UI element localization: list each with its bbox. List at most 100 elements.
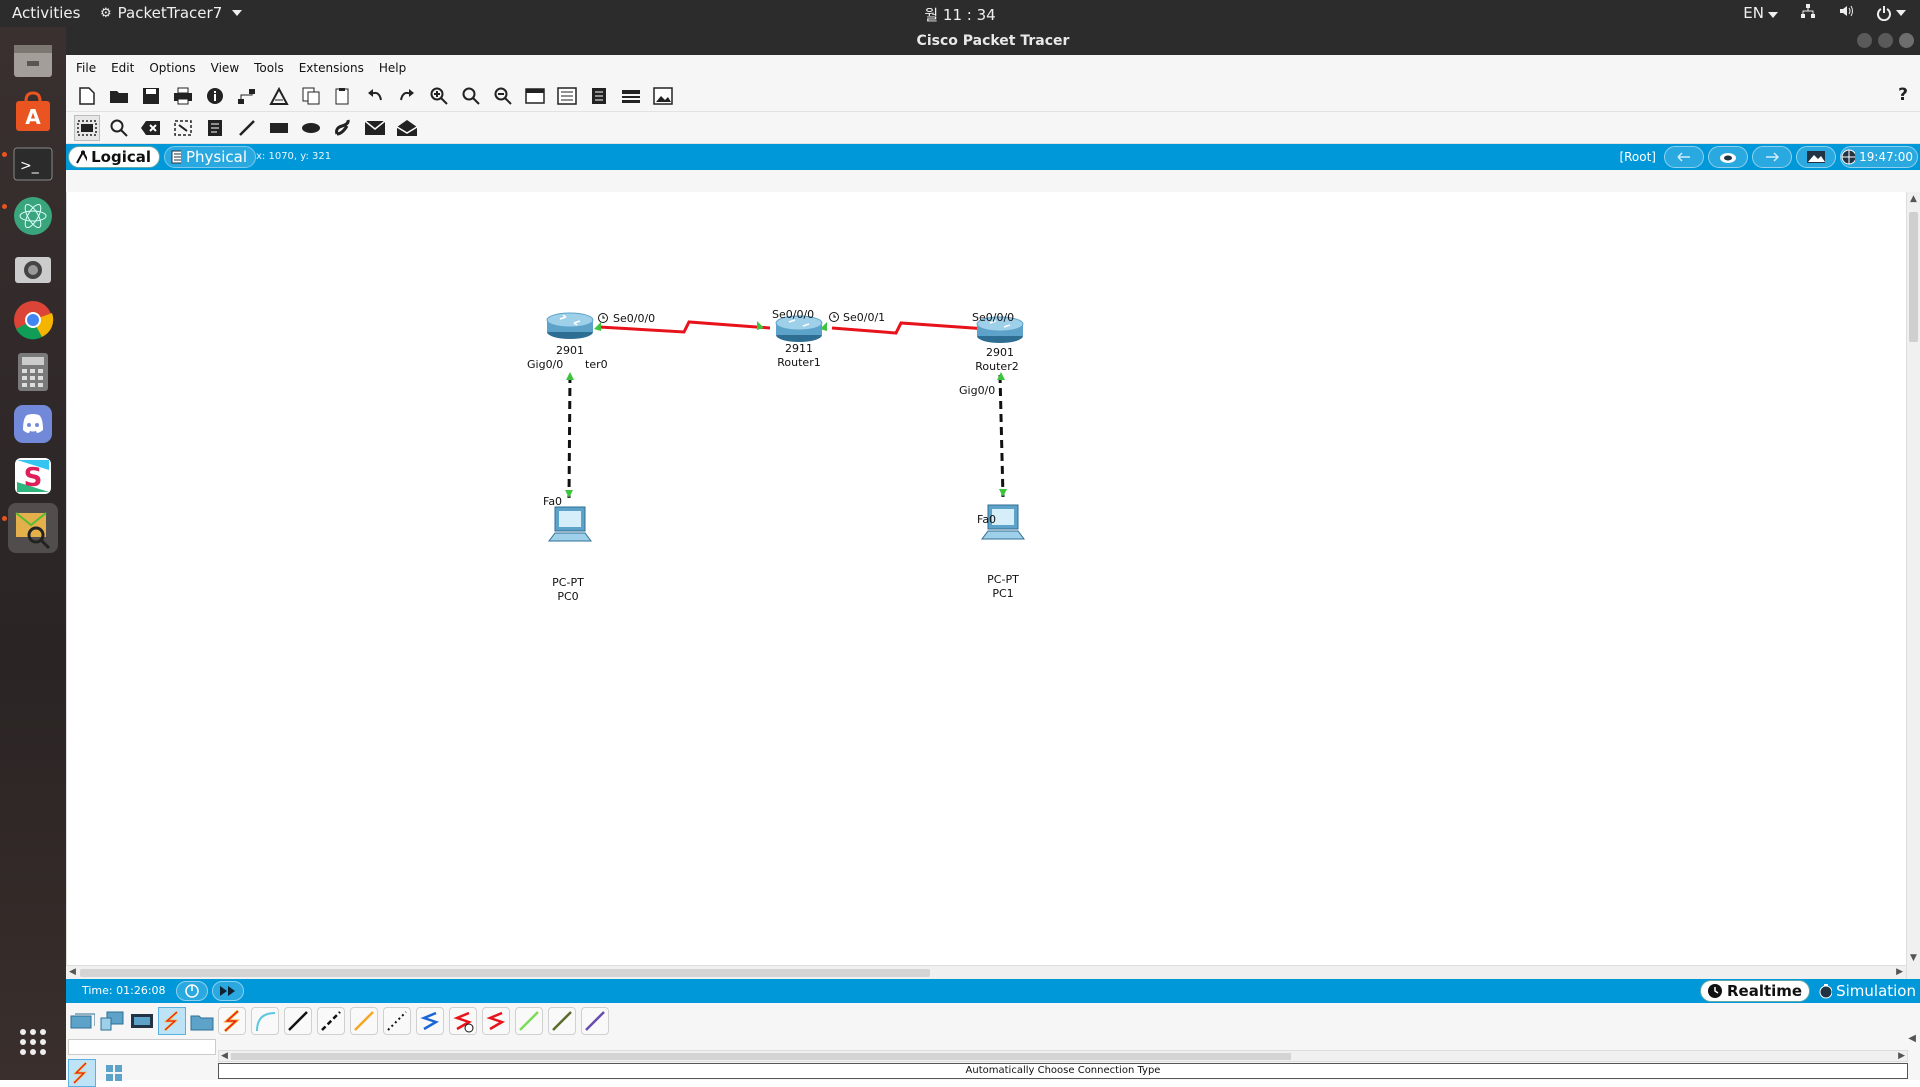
viewport-icon[interactable]	[586, 83, 612, 109]
drawing-palette-icon[interactable]	[522, 83, 548, 109]
zoom-reset-icon[interactable]	[458, 83, 484, 109]
device-search-box[interactable]	[68, 1039, 216, 1055]
menu-view[interactable]: View	[211, 61, 239, 75]
atom-icon[interactable]	[8, 191, 58, 241]
menu-edit[interactable]: Edit	[111, 61, 134, 75]
tab-logical[interactable]: Logical	[68, 146, 160, 168]
copy-icon[interactable]	[298, 83, 324, 109]
network-info-icon[interactable]	[234, 83, 260, 109]
packet-tracer-icon[interactable]	[8, 503, 58, 553]
new-cluster-button[interactable]	[1708, 146, 1748, 168]
coaxial-icon[interactable]	[416, 1007, 444, 1035]
menu-tools[interactable]: Tools	[254, 61, 284, 75]
maximize-button[interactable]	[1878, 33, 1893, 48]
discord-icon[interactable]	[8, 399, 58, 449]
ethernet-link-r2-pc1[interactable]	[998, 374, 1005, 498]
connections-scrollbar[interactable]: ◀ ▶	[218, 1050, 1908, 1062]
power-menu[interactable]	[1876, 5, 1906, 21]
custom-devices-icon[interactable]	[554, 83, 580, 109]
set-background-button[interactable]	[1796, 146, 1836, 168]
structured-cabling-subcategory-icon[interactable]	[100, 1059, 128, 1087]
realtime-mode-tab[interactable]: Realtime	[1700, 980, 1810, 1002]
menu-help[interactable]: Help	[379, 61, 406, 75]
info-icon[interactable]	[202, 83, 228, 109]
chrome-icon[interactable]	[8, 295, 58, 345]
simulation-mode-tab[interactable]: Simulation	[1812, 980, 1916, 1002]
camera-icon[interactable]	[8, 243, 58, 293]
workspace-horizontal-scrollbar[interactable]: ◀ ▶	[66, 965, 1906, 979]
calculator-icon[interactable]	[8, 347, 58, 397]
serial-dte-icon[interactable]	[482, 1007, 510, 1035]
octal-cable-icon[interactable]	[515, 1007, 543, 1035]
paste-icon[interactable]	[330, 83, 356, 109]
clock[interactable]: 월 11 : 34	[0, 4, 1920, 25]
delete-icon[interactable]	[138, 115, 164, 141]
slack-icon[interactable]: S	[8, 451, 58, 501]
copper-straight-through-icon[interactable]	[284, 1007, 312, 1035]
title-bar[interactable]: Cisco Packet Tracer	[66, 27, 1920, 55]
auto-connection-icon[interactable]	[218, 1007, 246, 1035]
tab-physical[interactable]: Physical	[164, 146, 256, 168]
language-indicator[interactable]: EN	[1743, 4, 1778, 22]
router0-icon[interactable]	[546, 312, 594, 339]
menu-options[interactable]: Options	[149, 61, 195, 75]
close-button[interactable]	[1899, 33, 1914, 48]
iot-custom-cable-icon[interactable]	[548, 1007, 576, 1035]
zoom-in-icon[interactable]	[426, 83, 452, 109]
scrollbar-thumb[interactable]	[231, 1053, 1291, 1060]
zoom-out-icon[interactable]	[490, 83, 516, 109]
app-grid-icon[interactable]	[8, 1017, 58, 1067]
volume-icon[interactable]	[1838, 3, 1854, 23]
inspect-icon[interactable]	[106, 115, 132, 141]
undo-icon[interactable]	[362, 83, 388, 109]
serial-dce-icon[interactable]	[449, 1007, 477, 1035]
power-cycle-button[interactable]	[176, 981, 208, 1001]
draw-ellipse-icon[interactable]	[298, 115, 324, 141]
system-tray[interactable]: EN	[1743, 3, 1906, 23]
add-complex-pdu-icon[interactable]	[394, 115, 420, 141]
redo-icon[interactable]	[394, 83, 420, 109]
scrollbar-thumb[interactable]	[1909, 212, 1918, 342]
scroll-left-icon[interactable]: ◀	[221, 1051, 228, 1061]
network-info-panel-icon[interactable]	[618, 83, 644, 109]
move-object-button[interactable]	[1752, 146, 1792, 168]
miscellaneous-category-icon[interactable]	[188, 1007, 216, 1035]
scroll-left-icon[interactable]: ◀	[69, 967, 76, 977]
end-devices-category-icon[interactable]	[98, 1007, 126, 1035]
scrollbar-thumb[interactable]	[80, 969, 930, 977]
scroll-down-icon[interactable]: ▼	[1910, 953, 1917, 963]
components-category-icon[interactable]	[128, 1007, 156, 1035]
workspace-vertical-scrollbar[interactable]: ▲ ▼	[1906, 192, 1920, 979]
network-icon[interactable]	[1800, 3, 1816, 23]
minimize-button[interactable]	[1857, 33, 1872, 48]
activity-wizard-icon[interactable]	[266, 83, 292, 109]
copper-cross-over-icon[interactable]	[317, 1007, 345, 1035]
draw-line-icon[interactable]	[234, 115, 260, 141]
connections-subcategory-icon[interactable]	[68, 1059, 96, 1087]
terminal-icon[interactable]: >_	[8, 139, 58, 189]
select-tool-icon[interactable]	[74, 114, 100, 141]
freeform-icon[interactable]	[330, 115, 356, 141]
place-note-icon[interactable]	[202, 115, 228, 141]
image-icon[interactable]	[650, 83, 676, 109]
draw-rectangle-icon[interactable]	[266, 115, 292, 141]
pc0-icon[interactable]	[548, 506, 592, 542]
open-folder-icon[interactable]	[106, 83, 132, 109]
scroll-up-icon[interactable]: ▲	[1910, 194, 1917, 204]
network-devices-category-icon[interactable]	[68, 1007, 96, 1035]
menu-file[interactable]: File	[76, 61, 96, 75]
connections-category-icon[interactable]	[158, 1007, 186, 1035]
save-icon[interactable]	[138, 83, 164, 109]
phone-cable-icon[interactable]	[383, 1007, 411, 1035]
add-simple-pdu-icon[interactable]	[362, 115, 388, 141]
console-cable-icon[interactable]	[251, 1007, 279, 1035]
viewport-clock[interactable]: 19:47:00	[1840, 146, 1918, 168]
panel-collapse-icon[interactable]: ◀	[1908, 1033, 1916, 1044]
ethernet-link-r0-pc0[interactable]	[567, 374, 572, 499]
back-button[interactable]	[1664, 146, 1704, 168]
resize-shape-icon[interactable]	[170, 115, 196, 141]
help-button[interactable]: ?	[1898, 85, 1908, 105]
scroll-right-icon[interactable]: ▶	[1896, 967, 1903, 977]
fiber-icon[interactable]	[350, 1007, 378, 1035]
usb-cable-icon[interactable]	[581, 1007, 609, 1035]
